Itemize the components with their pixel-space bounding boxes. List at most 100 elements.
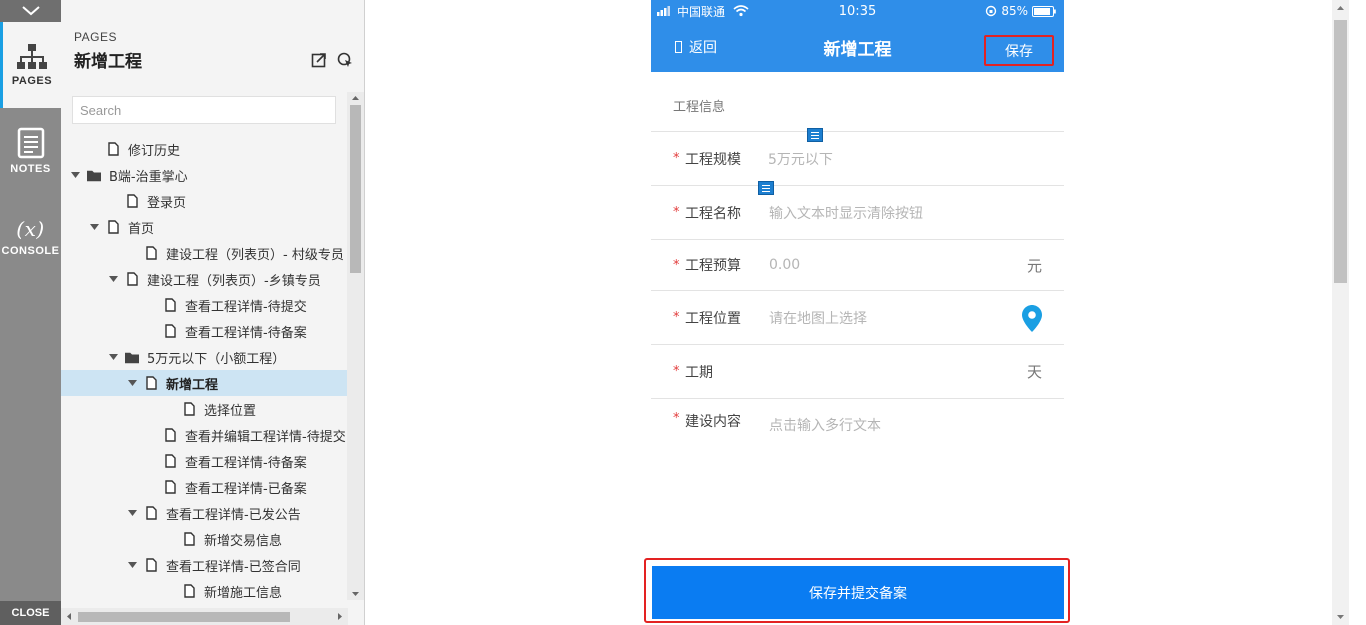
tree-item[interactable]: 建设工程（列表页）-乡镇专员 (61, 266, 348, 292)
tree-item-label: 修订历史 (128, 143, 181, 159)
scroll-left-icon[interactable] (63, 608, 75, 625)
page-icon (144, 245, 158, 261)
field-label: 工期 (685, 364, 713, 381)
tree-item-label: 登录页 (147, 195, 187, 211)
field-name[interactable]: * 工程名称 输入文本时显示清除按钮 (651, 186, 1064, 240)
tree-item[interactable]: 选择位置 (61, 396, 348, 422)
canvas-scrollbar[interactable] (1332, 0, 1349, 625)
tab-pages[interactable]: PAGES (0, 22, 61, 108)
tree-vertical-scrollbar[interactable] (347, 92, 364, 600)
canvas-scroll-thumb[interactable] (1334, 20, 1347, 283)
note-marker-icon[interactable] (758, 181, 774, 195)
expand-caret-icon[interactable] (69, 172, 81, 178)
field-value[interactable]: 0.00 (769, 257, 800, 273)
tree-horizontal-scrollbar[interactable] (61, 608, 348, 625)
tree-item[interactable]: 修订历史 (61, 136, 348, 162)
scroll-down-icon[interactable] (347, 588, 364, 600)
close-button[interactable]: CLOSE (0, 601, 61, 625)
page-icon (163, 427, 177, 443)
tree-item[interactable]: 查看工程详情-待备案 (61, 318, 348, 344)
expand-caret-icon[interactable] (107, 276, 119, 282)
scroll-up-icon[interactable] (1332, 2, 1349, 14)
note-marker-icon[interactable] (807, 128, 823, 142)
field-budget[interactable]: * 工程预算 0.00 元 (651, 240, 1064, 291)
collapse-button[interactable] (0, 0, 61, 22)
page-icon (125, 271, 139, 287)
expand-caret-icon[interactable] (88, 224, 100, 230)
tree-item[interactable]: 5万元以下（小额工程） (61, 344, 348, 370)
page-icon (163, 323, 177, 339)
tree-item[interactable]: 查看工程详情-待备案 (61, 448, 348, 474)
tree-item-label: 查看工程详情-已备案 (185, 481, 307, 497)
field-location[interactable]: * 工程位置 请在地图上选择 (651, 291, 1064, 345)
tree-item[interactable]: 登录页 (61, 188, 348, 214)
field-value[interactable]: 点击输入多行文本 (769, 415, 881, 435)
tree-item-label: B端-治重掌心 (109, 169, 188, 185)
map-pin-icon[interactable] (1022, 305, 1042, 332)
scroll-thumb-horizontal[interactable] (78, 612, 290, 622)
tree-item-label: 查看并编辑工程详情-待提交 (185, 429, 346, 445)
scroll-up-icon[interactable] (347, 92, 364, 104)
tree-item[interactable]: 首页 (61, 214, 348, 240)
tree-item-label: 选择位置 (204, 403, 257, 419)
export-icon[interactable] (311, 52, 327, 68)
variable-icon: (x) (16, 217, 45, 241)
panel-actions (311, 52, 354, 69)
save-button[interactable]: 保存 (984, 35, 1054, 66)
field-label: 工程位置 (685, 310, 741, 327)
tree-item[interactable]: 查看工程详情-待提交 (61, 292, 348, 318)
field-value[interactable]: 请在地图上选择 (769, 308, 867, 328)
panel-header: PAGES 新增工程 (61, 0, 364, 88)
tab-console[interactable]: (x) CONSOLE (0, 194, 61, 280)
notes-icon (17, 127, 44, 159)
tab-notes[interactable]: NOTES (0, 108, 61, 194)
field-duration[interactable]: * 工期 天 (651, 345, 1064, 399)
tree-item[interactable]: 建设工程（列表页）- 村级专员 (61, 240, 348, 266)
add-page-cursor-icon[interactable] (337, 52, 354, 69)
tree-item-label: 查看工程详情-已签合同 (166, 559, 301, 575)
submit-highlight: 保存并提交备案 (644, 558, 1070, 623)
scroll-thumb[interactable] (350, 105, 361, 273)
field-value[interactable]: 5万元以下 (768, 149, 833, 169)
scroll-down-icon[interactable] (1332, 611, 1349, 623)
phone-frame: 中国联通 10:35 85% 返回 新增工程 保存 工程信息 * 工程规模 5万… (651, 0, 1064, 625)
rotation-lock-icon (986, 5, 997, 17)
tree-item[interactable]: 新增交易信息 (61, 526, 348, 552)
scroll-right-icon[interactable] (334, 608, 346, 625)
page-icon (106, 219, 120, 235)
field-label: 工程名称 (685, 205, 741, 222)
field-scale[interactable]: * 工程规模 5万元以下 (651, 132, 1064, 186)
tree-item[interactable]: 新增工程 (61, 370, 348, 396)
folder-icon (125, 349, 139, 365)
tree-item[interactable]: 查看工程详情-已备案 (61, 474, 348, 500)
required-mark: * (673, 257, 680, 273)
expand-caret-icon[interactable] (126, 380, 138, 386)
tree-item-label: 查看工程详情-待备案 (185, 455, 307, 471)
prototype-canvas: 中国联通 10:35 85% 返回 新增工程 保存 工程信息 * 工程规模 5万… (366, 0, 1349, 625)
tree-item[interactable]: 新增施工信息 (61, 578, 348, 598)
tree-item-label: 查看工程详情-已发公告 (166, 507, 301, 523)
tree-item[interactable]: B端-治重掌心 (61, 162, 348, 188)
expand-caret-icon[interactable] (126, 562, 138, 568)
page-icon (182, 583, 196, 598)
search-input[interactable]: Search (72, 96, 336, 124)
tree-item-label: 5万元以下（小额工程） (147, 351, 286, 367)
save-and-submit-button[interactable]: 保存并提交备案 (652, 566, 1064, 619)
tree-item-label: 新增工程 (166, 377, 219, 393)
pages-panel: PAGES 新增工程 Search 修订历史 B端-治重掌心 登录页 首页 建设工程（列… (61, 0, 365, 625)
page-icon (182, 401, 196, 417)
unit-label: 天 (1026, 363, 1042, 381)
sitemap-icon (17, 44, 47, 69)
field-content[interactable]: * 建设内容 点击输入多行文本 (651, 399, 1064, 455)
tree-item-label: 查看工程详情-待备案 (185, 325, 307, 341)
chevron-down-icon (21, 6, 40, 16)
tab-pages-label: PAGES (11, 75, 53, 87)
field-value[interactable]: 输入文本时显示清除按钮 (769, 203, 923, 223)
tree-item[interactable]: 查看工程详情-已签合同 (61, 552, 348, 578)
tree-item[interactable]: 查看工程详情-已发公告 (61, 500, 348, 526)
tree-item[interactable]: 查看并编辑工程详情-待提交 (61, 422, 348, 448)
expand-caret-icon[interactable] (126, 510, 138, 516)
expand-caret-icon[interactable] (107, 354, 119, 360)
tab-console-label: CONSOLE (1, 245, 60, 257)
page-icon (144, 375, 158, 391)
